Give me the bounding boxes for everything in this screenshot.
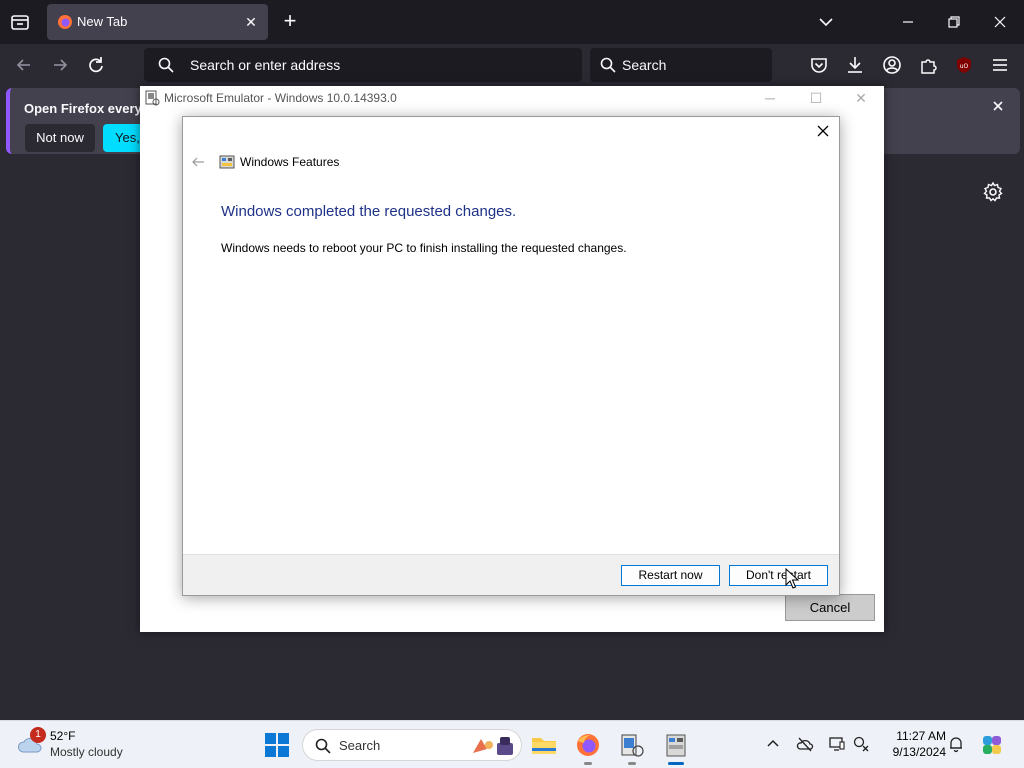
- taskbar-firefox[interactable]: [572, 729, 604, 765]
- dialog-heading: Windows completed the requested changes.: [221, 203, 517, 220]
- dialog-message: Windows needs to reboot your PC to finis…: [221, 241, 627, 255]
- copilot-icon[interactable]: [980, 733, 1004, 757]
- cancel-button[interactable]: Cancel: [785, 594, 875, 621]
- tab-title: New Tab: [77, 14, 128, 29]
- taskbar-file-explorer[interactable]: [528, 729, 560, 761]
- extensions-icon[interactable]: [917, 54, 939, 76]
- tab-list-icon[interactable]: [8, 10, 32, 34]
- emulator-title: Microsoft Emulator - Windows 10.0.14393.…: [164, 91, 397, 105]
- close-icon[interactable]: ✕: [851, 88, 871, 108]
- svg-text:uO: uO: [960, 63, 969, 70]
- running-indicator: [628, 762, 636, 765]
- tab-new-tab[interactable]: New Tab ✕: [47, 4, 268, 40]
- account-icon[interactable]: [881, 54, 903, 76]
- dialog-footer: Restart now Don't restart: [183, 554, 839, 595]
- back-arrow-icon[interactable]: [191, 155, 205, 169]
- back-icon[interactable]: [13, 54, 35, 76]
- restore-icon[interactable]: [944, 12, 964, 32]
- weather-badge: 1: [30, 727, 46, 743]
- emulator-app-icon: [145, 90, 160, 106]
- close-icon[interactable]: [990, 98, 1006, 114]
- taskbar-search-label: Search: [339, 738, 381, 753]
- search-bar-placeholder: Search: [622, 57, 667, 73]
- windows-features-icon: [219, 155, 235, 169]
- emulator-app-icon: [621, 734, 644, 757]
- search-bar[interactable]: Search: [590, 48, 772, 82]
- system-clock[interactable]: 11:27 AM 9/13/2024: [876, 728, 946, 760]
- tab-close-icon[interactable]: ✕: [242, 13, 260, 31]
- mouse-cursor-icon: [785, 568, 799, 589]
- taskbar-windows-features[interactable]: [660, 729, 692, 765]
- dont-restart-button[interactable]: Don't restart: [729, 565, 828, 586]
- onedrive-offline-icon[interactable]: [796, 735, 814, 753]
- address-bar-placeholder: Search or enter address: [190, 57, 341, 73]
- network-icon[interactable]: [852, 735, 870, 753]
- minimize-icon[interactable]: ─: [760, 88, 780, 108]
- gear-icon[interactable]: [982, 181, 1004, 203]
- weather-widget[interactable]: 1 52°F Mostly cloudy: [16, 727, 146, 763]
- dialog-section-title: Windows Features: [240, 155, 340, 169]
- running-indicator: [584, 762, 592, 765]
- chevron-down-icon[interactable]: [816, 12, 836, 32]
- close-icon[interactable]: [990, 12, 1010, 32]
- search-icon: [158, 57, 174, 73]
- taskbar-emulator[interactable]: [616, 729, 648, 765]
- display-icon[interactable]: [828, 735, 846, 753]
- pocket-icon[interactable]: [808, 54, 830, 76]
- clock-time: 11:27 AM: [896, 729, 946, 743]
- firefox-icon: [58, 15, 72, 29]
- weather-condition: Mostly cloudy: [50, 745, 123, 759]
- chevron-up-icon[interactable]: [764, 735, 782, 753]
- windows-features-dialog: Windows Features Windows completed the r…: [182, 116, 840, 596]
- forward-icon[interactable]: [49, 54, 71, 76]
- close-icon[interactable]: [815, 123, 831, 139]
- folder-icon: [532, 738, 556, 754]
- windows-taskbar: 1 52°F Mostly cloudy Search 11:27 AM 9/1…: [0, 720, 1024, 768]
- clock-date: 9/13/2024: [892, 745, 946, 759]
- browser-tab-strip: New Tab ✕ +: [0, 0, 1024, 44]
- windows-features-icon: [666, 734, 686, 757]
- firefox-icon: [577, 734, 599, 756]
- ublock-origin-icon[interactable]: uO: [953, 54, 975, 76]
- browser-toolbar: Search or enter address Search uO: [0, 44, 1024, 86]
- not-now-button[interactable]: Not now: [25, 124, 95, 152]
- maximize-icon[interactable]: ☐: [806, 88, 826, 108]
- weather-temperature: 52°F: [50, 729, 76, 743]
- new-tab-button[interactable]: +: [280, 10, 300, 32]
- active-indicator: [668, 762, 684, 765]
- notification-message: Open Firefox every ti: [24, 101, 154, 116]
- taskbar-search-box[interactable]: Search: [302, 729, 522, 761]
- restart-now-button[interactable]: Restart now: [621, 565, 720, 586]
- menu-icon[interactable]: [989, 54, 1011, 76]
- download-icon[interactable]: [844, 54, 866, 76]
- search-icon: [315, 738, 331, 754]
- search-highlight-icon: [473, 737, 513, 755]
- reload-icon[interactable]: [85, 54, 107, 76]
- emulator-titlebar[interactable]: Microsoft Emulator - Windows 10.0.14393.…: [140, 86, 884, 110]
- bell-icon[interactable]: [947, 735, 965, 753]
- windows-start-icon[interactable]: [264, 732, 290, 758]
- search-icon: [600, 57, 616, 73]
- address-bar[interactable]: Search or enter address: [144, 48, 582, 82]
- minimize-icon[interactable]: [898, 12, 918, 32]
